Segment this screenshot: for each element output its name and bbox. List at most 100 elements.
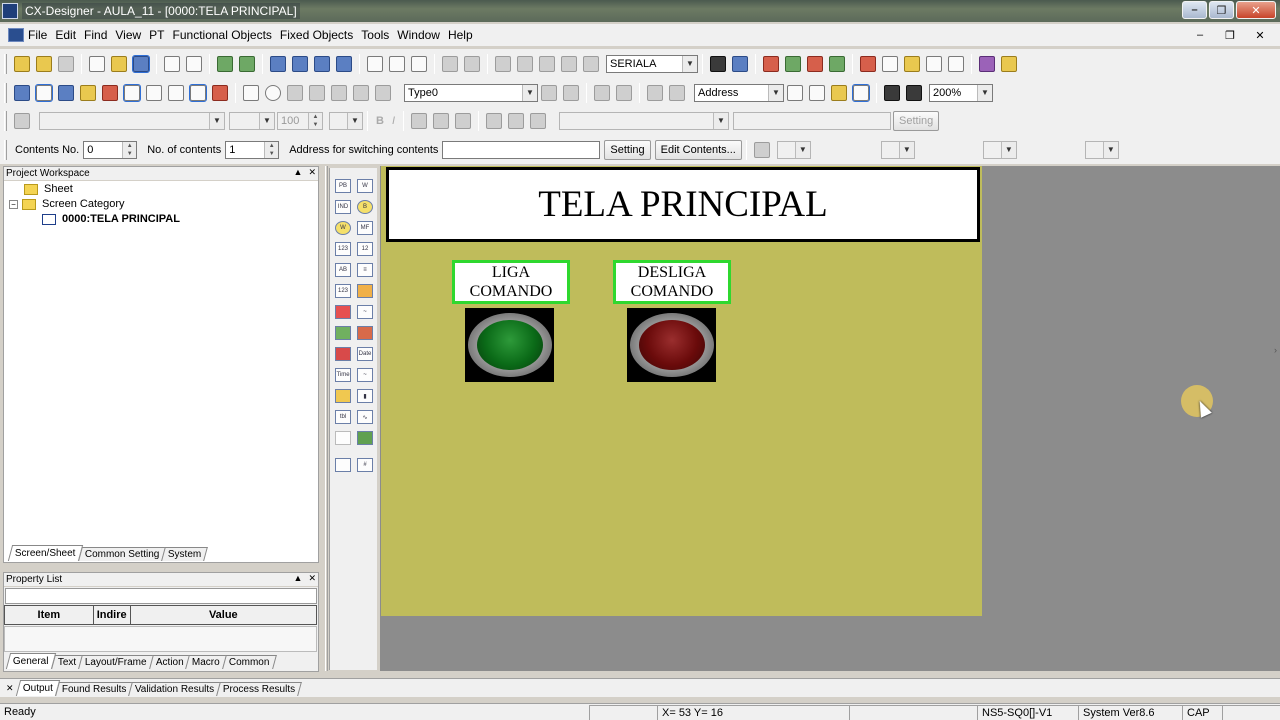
tools-icon[interactable]: [860, 55, 876, 72]
edit-contents-button[interactable]: Edit Contents...: [654, 139, 742, 160]
table-icon[interactable]: [926, 55, 942, 72]
menu-view[interactable]: View: [111, 28, 145, 42]
paste-icon[interactable]: [539, 55, 555, 72]
replace-icon[interactable]: [732, 55, 748, 72]
tab-system[interactable]: System: [161, 547, 209, 561]
copy-icon[interactable]: [517, 55, 533, 72]
open-file-icon[interactable]: [111, 55, 127, 72]
frame-next-icon[interactable]: [669, 84, 685, 101]
property-object-combo[interactable]: [5, 588, 317, 604]
tree-item-screen-category[interactable]: − Screen Category: [9, 198, 125, 210]
menu-functional-objects[interactable]: Functional Objects: [169, 28, 276, 42]
print-preview-icon[interactable]: [389, 55, 405, 72]
word-lamp-icon[interactable]: W: [335, 221, 351, 235]
tab-screen-sheet[interactable]: Screen/Sheet: [7, 545, 83, 561]
contents-no-spin[interactable]: 0 ▲ ▼: [83, 140, 138, 159]
multifunction-icon[interactable]: MF: [357, 221, 373, 235]
numeral-display-icon[interactable]: 123: [335, 242, 351, 256]
circle-icon[interactable]: [265, 84, 281, 101]
mode-icon[interactable]: [14, 84, 30, 101]
time-icon[interactable]: Time: [335, 368, 351, 382]
grid-object-icon[interactable]: #: [357, 458, 373, 472]
word-button-icon[interactable]: W: [357, 179, 373, 193]
tab-output[interactable]: Output: [15, 680, 60, 696]
column-indire[interactable]: Indire: [94, 606, 131, 624]
string-display-icon[interactable]: AB: [335, 263, 351, 277]
polygon-icon[interactable]: [331, 84, 347, 101]
open-project-icon[interactable]: [36, 55, 52, 72]
column-value[interactable]: Value: [131, 606, 316, 624]
menu-window[interactable]: Window: [393, 28, 444, 42]
close-project-icon[interactable]: [58, 55, 74, 72]
restore-button[interactable]: ❐: [1209, 1, 1234, 19]
page-next-icon[interactable]: [616, 84, 632, 101]
desliga-comando-button[interactable]: [627, 308, 716, 382]
test-icon[interactable]: [270, 55, 286, 72]
pin-icon[interactable]: ▲: [294, 573, 303, 584]
bit-lamp-icon[interactable]: B: [357, 200, 373, 214]
print-icon[interactable]: [367, 55, 383, 72]
column-item[interactable]: Item: [5, 606, 94, 624]
wave-icon[interactable]: ∿: [357, 410, 373, 424]
tab-layout-frame[interactable]: Layout/Frame: [78, 655, 154, 669]
list-selection-icon[interactable]: ≡: [357, 263, 373, 277]
document-icon[interactable]: [335, 431, 351, 445]
menu-fixed-objects[interactable]: Fixed Objects: [276, 28, 357, 42]
save-icon[interactable]: [132, 54, 150, 73]
chevron-down-icon[interactable]: ▼: [768, 84, 783, 101]
menu-file[interactable]: File: [24, 28, 51, 42]
mdi-minimize-button[interactable]: –: [1188, 27, 1212, 43]
data-log-icon[interactable]: [335, 389, 351, 403]
label-icon[interactable]: [80, 84, 96, 101]
grid-icon[interactable]: [146, 84, 162, 101]
copy-screen-icon[interactable]: [186, 55, 202, 72]
page-setup-icon[interactable]: [411, 55, 427, 72]
arc-icon[interactable]: [375, 84, 391, 101]
list-icon[interactable]: [948, 55, 964, 72]
menu-help[interactable]: Help: [444, 28, 477, 42]
tab-validation-results[interactable]: Validation Results: [128, 682, 222, 696]
mdi-close-button[interactable]: ✕: [1248, 27, 1272, 43]
broken-line-icon[interactable]: ~: [357, 305, 373, 319]
toolbar-grip[interactable]: [4, 139, 7, 160]
multi-copy-icon[interactable]: [583, 55, 599, 72]
tab-found-results[interactable]: Found Results: [54, 682, 133, 696]
thumbwheel-icon[interactable]: 123: [335, 284, 351, 298]
toolbar-grip[interactable]: [4, 110, 7, 131]
menu-find[interactable]: Find: [80, 28, 111, 42]
transfer-from-pt-icon[interactable]: [239, 55, 255, 72]
address-switching-input[interactable]: [442, 140, 601, 159]
page-prev-icon[interactable]: [594, 84, 610, 101]
eraser-icon[interactable]: [212, 84, 228, 101]
color-icon[interactable]: [906, 84, 922, 101]
delete-icon[interactable]: [561, 55, 577, 72]
alarm-icon[interactable]: [357, 326, 373, 340]
chevron-down-icon[interactable]: ▼: [682, 55, 697, 72]
mdi-restore-button[interactable]: ❐: [1218, 27, 1242, 43]
date-icon[interactable]: Date: [357, 347, 373, 361]
cross-reference-icon[interactable]: [807, 55, 823, 72]
chevron-down-icon[interactable]: ▼: [522, 84, 537, 101]
bar-graph-icon[interactable]: [335, 305, 351, 319]
cut-icon[interactable]: [495, 55, 511, 72]
liga-comando-label[interactable]: LIGA COMANDO: [452, 260, 570, 304]
numeral-input-icon[interactable]: 12: [357, 242, 373, 256]
menu-tools[interactable]: Tools: [357, 28, 393, 42]
tree-item-sheet[interactable]: Sheet: [24, 183, 73, 195]
lamp-icon[interactable]: [831, 84, 847, 101]
liga-comando-button[interactable]: [465, 308, 554, 382]
spin-arrows-icon[interactable]: ▲ ▼: [122, 141, 137, 158]
check-icon[interactable]: [785, 55, 801, 72]
tab-process-results[interactable]: Process Results: [216, 682, 303, 696]
type-combo[interactable]: Type0 ▼: [404, 83, 538, 102]
close-icon[interactable]: ✕: [308, 167, 316, 178]
integrated-sim-icon[interactable]: [314, 55, 330, 72]
transfer-to-pt-icon[interactable]: [217, 55, 233, 72]
trend-graph-icon[interactable]: ~: [357, 368, 373, 382]
collapse-icon[interactable]: −: [9, 199, 18, 209]
tree-item-tela-principal[interactable]: 0000:TELA PRINCIPAL: [42, 213, 180, 225]
table-icon[interactable]: tbl: [335, 410, 351, 424]
mono-icon[interactable]: [884, 84, 900, 101]
port-combo[interactable]: SERIALA ▼: [606, 54, 698, 73]
tab-macro[interactable]: Macro: [185, 655, 228, 669]
